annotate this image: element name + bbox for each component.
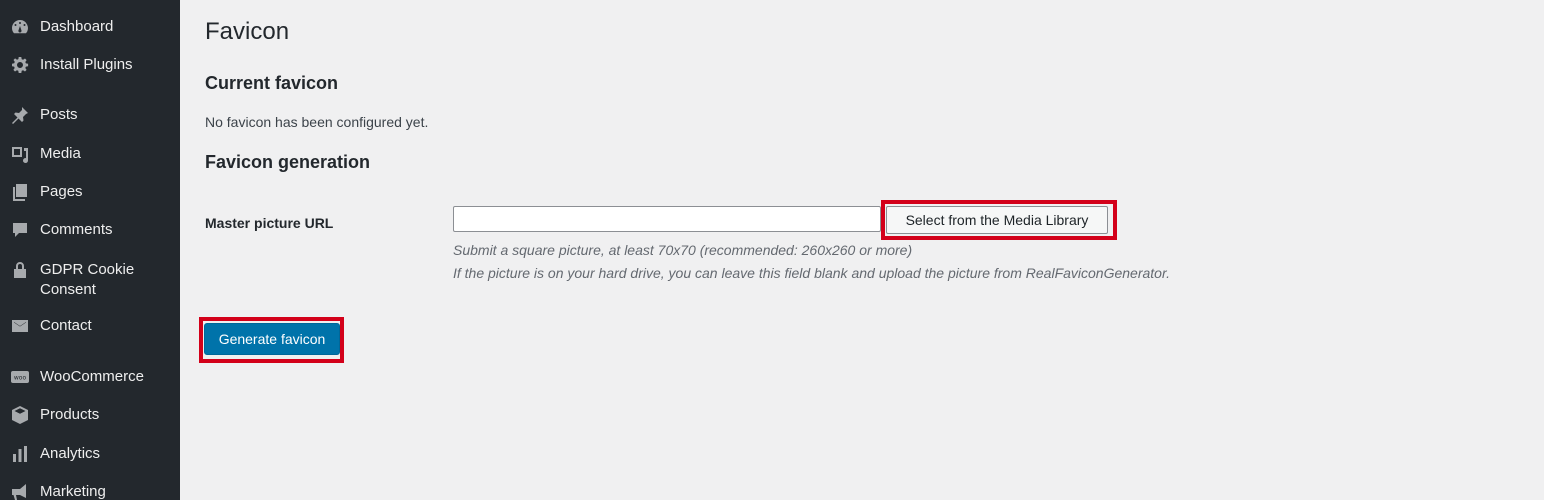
master-picture-url-input[interactable] — [453, 206, 881, 232]
select-media-library-button[interactable]: Select from the Media Library — [886, 206, 1108, 234]
box-icon — [9, 405, 31, 425]
main-content: Favicon Current favicon No favicon has b… — [180, 0, 1544, 500]
sidebar-item-install-plugins[interactable]: Install Plugins — [0, 55, 180, 75]
sidebar-item-gdpr-cookie-consent[interactable]: GDPR Cookie Consent — [0, 260, 180, 300]
sidebar-item-products[interactable]: Products — [0, 405, 180, 425]
sidebar-item-marketing[interactable]: Marketing — [0, 482, 180, 500]
favicon-generation-heading: Favicon generation — [205, 152, 371, 172]
sidebar-item-pages[interactable]: Pages — [0, 182, 180, 202]
sidebar-item-label: Install Plugins — [40, 56, 133, 73]
pages-icon — [9, 182, 31, 202]
sidebar-item-label: Marketing — [40, 483, 106, 500]
media-icon — [9, 144, 31, 164]
favicon-status-text: No favicon has been configured yet. — [205, 114, 429, 130]
admin-sidebar: Dashboard Install Plugins Posts Media Pa… — [0, 0, 180, 500]
lock-icon — [9, 260, 31, 280]
sidebar-item-label: Analytics — [40, 445, 101, 462]
sidebar-item-label: Products — [40, 406, 100, 423]
envelope-icon — [9, 316, 31, 336]
sidebar-item-label: Posts — [40, 106, 78, 123]
sidebar-item-label: Comments — [40, 221, 113, 238]
picture-size-hint: Submit a square picture, at least 70x70 … — [453, 242, 913, 258]
sidebar-item-label: Dashboard — [40, 18, 114, 35]
sidebar-item-woocommerce[interactable]: woo WooCommerce — [0, 367, 180, 387]
pushpin-icon — [9, 105, 31, 125]
sidebar-item-label: Media — [40, 145, 81, 162]
sidebar-item-media[interactable]: Media — [0, 144, 180, 164]
dashboard-icon — [9, 17, 31, 37]
sidebar-item-comments[interactable]: Comments — [0, 220, 180, 240]
sidebar-item-posts[interactable]: Posts — [0, 105, 180, 125]
current-favicon-heading: Current favicon — [205, 73, 339, 93]
generate-favicon-button[interactable]: Generate favicon — [204, 323, 340, 355]
sidebar-item-analytics[interactable]: Analytics — [0, 444, 180, 464]
megaphone-icon — [9, 482, 31, 500]
sidebar-item-contact[interactable]: Contact — [0, 316, 180, 336]
master-picture-url-label: Master picture URL — [205, 215, 334, 231]
sidebar-item-label: GDPR Cookie Consent — [40, 261, 135, 298]
svg-text:woo: woo — [14, 375, 27, 382]
comment-icon — [9, 220, 31, 240]
bar-chart-icon — [9, 444, 31, 464]
page-title: Favicon — [205, 18, 290, 45]
sidebar-item-label: Pages — [40, 183, 83, 200]
woo-icon: woo — [9, 367, 31, 387]
hard-drive-hint: If the picture is on your hard drive, yo… — [453, 265, 1170, 281]
sidebar-item-dashboard[interactable]: Dashboard — [0, 17, 180, 37]
gear-icon — [9, 55, 31, 75]
sidebar-item-label: WooCommerce — [40, 368, 144, 385]
sidebar-item-label: Contact — [40, 317, 92, 334]
